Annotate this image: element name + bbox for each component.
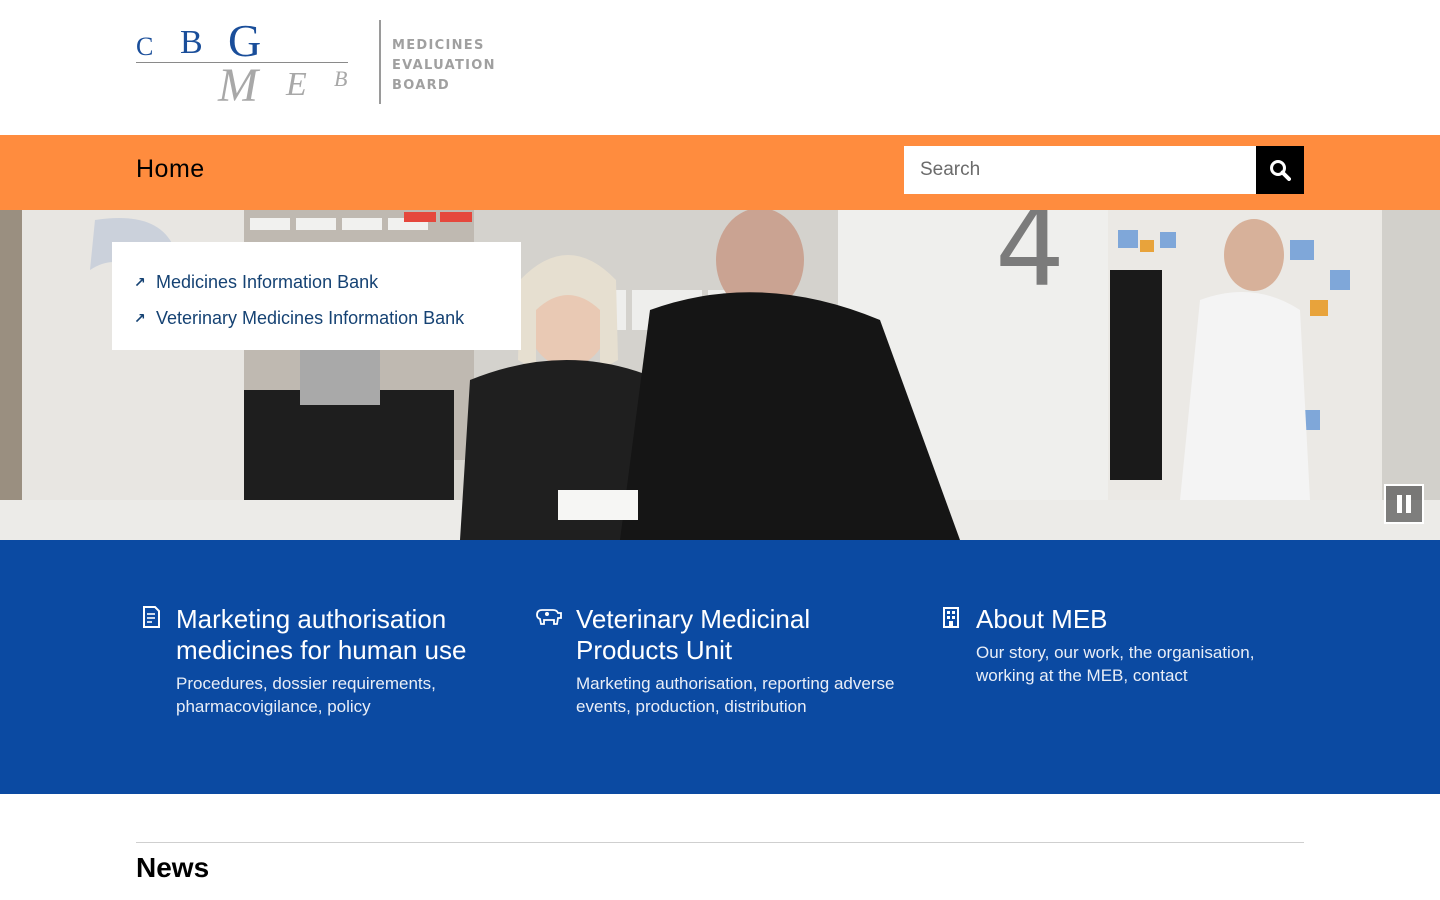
hero-banner: 4 ↗ Medicines Information Bank ↗ Veterin… <box>0 210 1440 540</box>
magnifier-icon <box>1270 160 1291 181</box>
pause-icon <box>1397 495 1402 513</box>
external-arrow-icon: ↗ <box>134 273 146 290</box>
tile-description: Our story, our work, the organisation, w… <box>976 643 1255 685</box>
logo-letter: B <box>180 24 203 61</box>
pause-icon <box>1406 495 1411 513</box>
svg-text:4: 4 <box>995 210 1065 311</box>
animals-icon <box>534 604 564 630</box>
logo-letter: C <box>136 32 154 61</box>
search-form <box>904 146 1304 194</box>
search-button[interactable] <box>1256 146 1304 194</box>
quick-link-veterinary-medicines-information-bank[interactable]: ↗ Veterinary Medicines Information Bank <box>134 300 521 336</box>
tile-title: About MEB <box>976 604 1108 634</box>
logo-wordmark-line: EVALUATION <box>392 58 496 73</box>
external-arrow-icon: ↗ <box>134 309 146 326</box>
tile-title: Marketing authorisation medicines for hu… <box>176 604 467 665</box>
nav-home-link[interactable]: Home <box>136 155 205 184</box>
quick-link-medicines-information-bank[interactable]: ↗ Medicines Information Bank <box>134 264 521 300</box>
logo-letter: M <box>218 59 258 112</box>
logo-divider <box>379 20 381 104</box>
tile-veterinary-unit[interactable]: Veterinary Medicinal Products Unit Marke… <box>536 604 916 718</box>
logo-wordmark-line: MEDICINES <box>392 38 485 53</box>
logo-wordmark: MEDICINES EVALUATION BOARD <box>392 36 496 96</box>
carousel-pause-button[interactable] <box>1384 484 1424 524</box>
logo-letter: B <box>334 66 348 91</box>
logo-wordmark-line: BOARD <box>392 78 450 93</box>
site-header: C B G M E B MEDICINES EVALUATION BOARD <box>0 0 1440 135</box>
search-input[interactable] <box>904 146 1256 194</box>
main-navbar: Home <box>0 135 1440 210</box>
tile-title: Veterinary Medicinal Products Unit <box>576 604 811 665</box>
logo-letter: E <box>286 66 307 103</box>
topic-tiles-band: Marketing authorisation medicines for hu… <box>0 540 1440 794</box>
logo-mark: C B G M E B <box>136 15 350 112</box>
quick-link-label: Veterinary Medicines Information Bank <box>156 307 465 328</box>
tile-human-medicines[interactable]: Marketing authorisation medicines for hu… <box>143 604 516 718</box>
tile-about-meb[interactable]: About MEB Our story, our work, the organ… <box>943 604 1316 687</box>
tile-description: Procedures, dossier requirements, pharma… <box>176 674 436 716</box>
cbg-meb-logo[interactable]: C B G M E B MEDICINES EVALUATION BOARD <box>136 15 496 112</box>
news-heading: News <box>136 852 210 883</box>
news-divider <box>136 842 1304 843</box>
building-icon <box>938 604 964 630</box>
document-icon <box>138 604 164 630</box>
tile-description: Marketing authorisation, reporting adver… <box>576 674 895 716</box>
quick-link-label: Medicines Information Bank <box>156 271 379 292</box>
quick-links-panel: ↗ Medicines Information Bank ↗ Veterinar… <box>112 242 521 350</box>
